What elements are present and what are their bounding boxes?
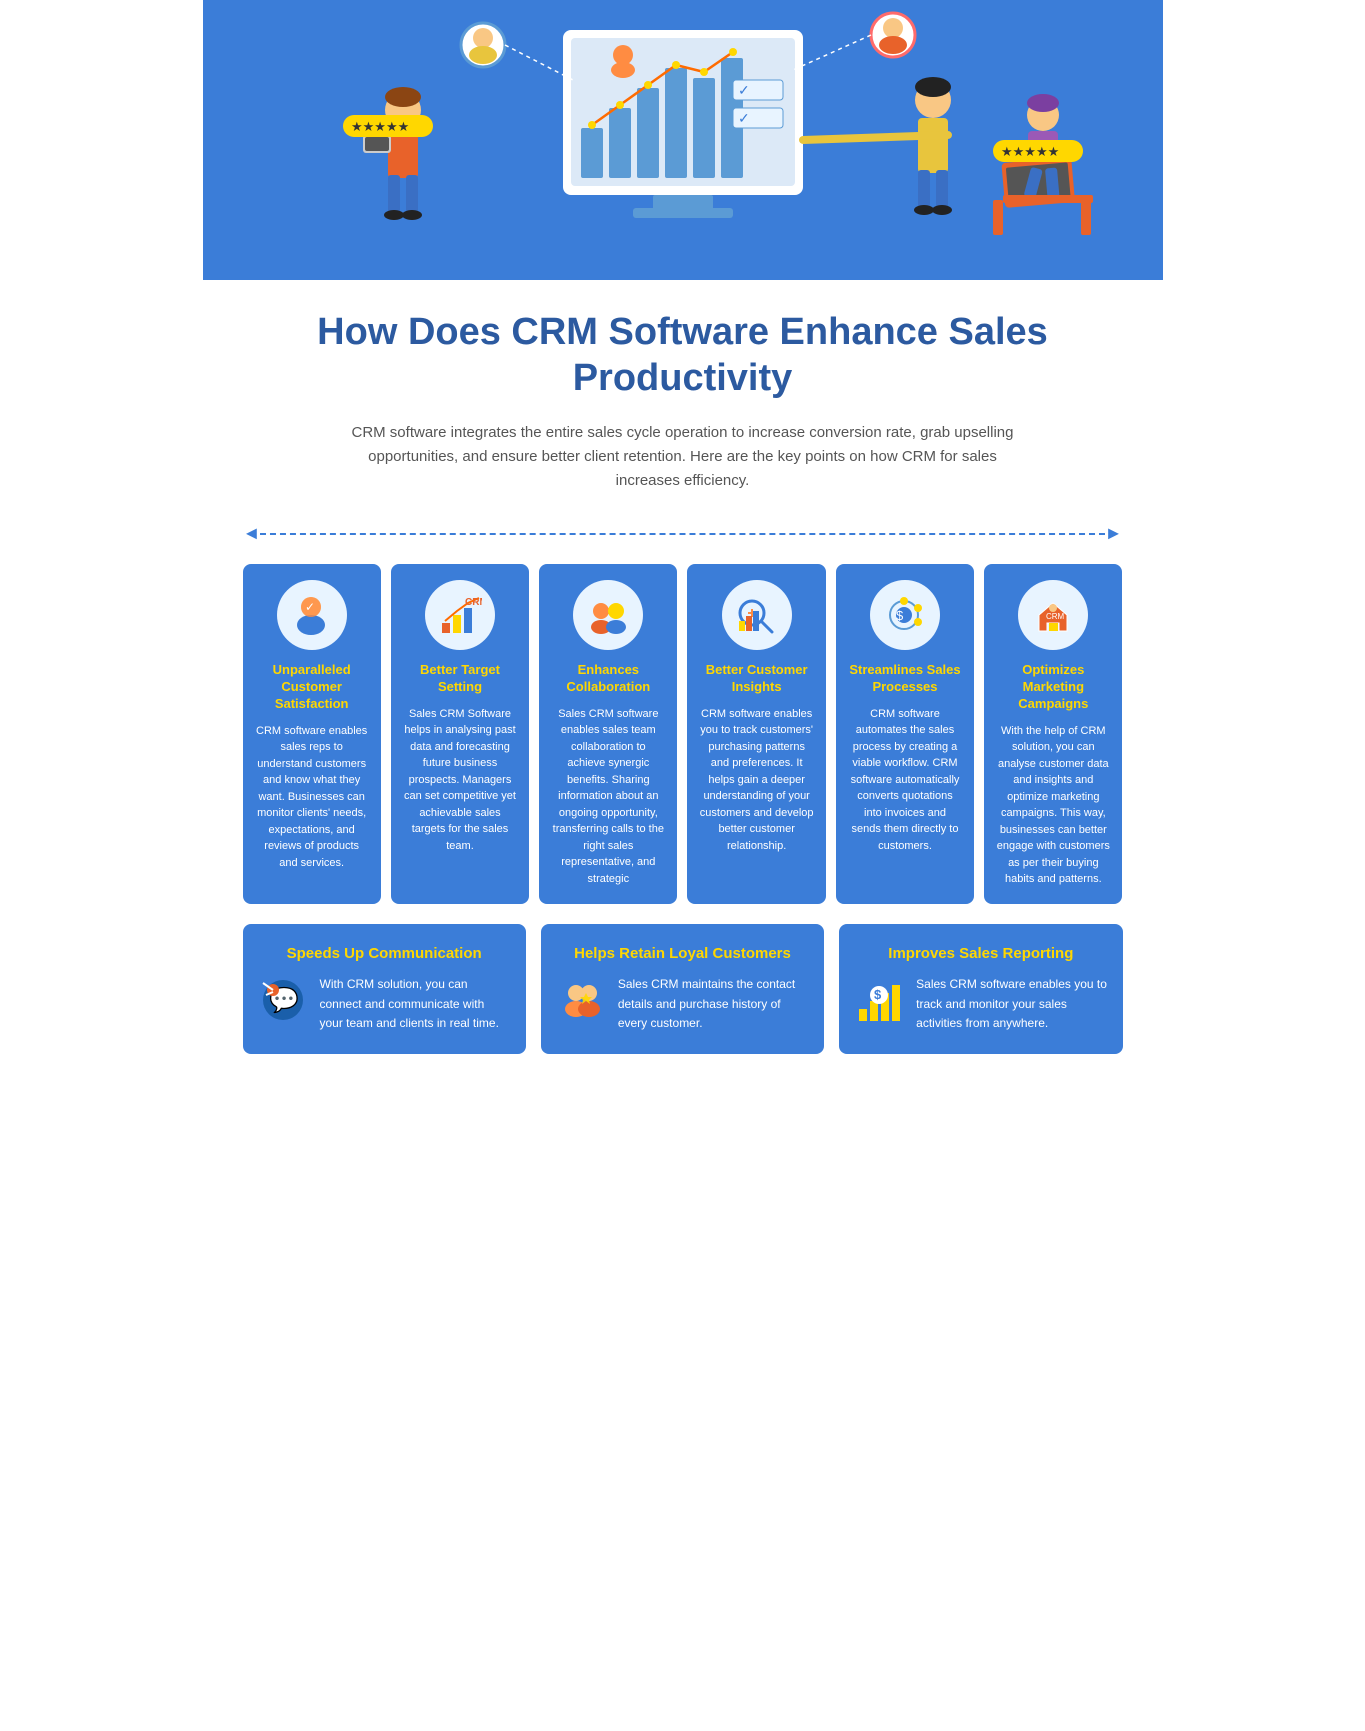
card-icon-5: $ <box>870 580 940 650</box>
card-target-setting: CRM Better Target Setting Sales CRM Soft… <box>391 564 529 904</box>
card-customer-satisfaction: ✓ Unparalleled Customer Satisfaction CRM… <box>243 564 381 904</box>
card-title-3: Enhances Collaboration <box>551 662 665 696</box>
card-marketing-campaigns: CRM Optimizes Marketing Campaigns With t… <box>984 564 1122 904</box>
svg-text:$: $ <box>896 608 904 623</box>
bottom-card-text-3: Sales CRM software enables you to track … <box>916 975 1107 1033</box>
bottom-card-sales-reporting: Improves Sales Reporting $ Sales CRM sof… <box>839 924 1122 1055</box>
card-icon-4 <box>722 580 792 650</box>
bottom-card-title-3: Improves Sales Reporting <box>888 944 1073 964</box>
card-icon-2: CRM <box>425 580 495 650</box>
card-text-3: Sales CRM software enables sales team co… <box>551 706 665 888</box>
arrow-left-icon: ◄ <box>243 523 261 544</box>
top-cards-grid: ✓ Unparalleled Customer Satisfaction CRM… <box>243 564 1123 904</box>
svg-text:★★★★★: ★★★★★ <box>1001 144 1059 159</box>
page-subtitle: CRM software integrates the entire sales… <box>343 421 1023 493</box>
svg-text:CRM: CRM <box>1046 612 1065 621</box>
bottom-card-body-1: 💬 With CRM solution, you can connect and… <box>258 975 511 1034</box>
svg-text:$: $ <box>874 987 882 1002</box>
card-icon-3 <box>573 580 643 650</box>
page-title: How Does CRM Software Enhance Sales Prod… <box>243 310 1123 401</box>
main-content: How Does CRM Software Enhance Sales Prod… <box>203 280 1163 1084</box>
svg-text:✓: ✓ <box>305 600 315 614</box>
bottom-card-title-1: Speeds Up Communication <box>287 944 482 964</box>
card-icon-6: CRM <box>1018 580 1088 650</box>
card-title-1: Unparalleled Customer Satisfaction <box>255 662 369 713</box>
hero-section: ✓ ✓ ★★★★★ <box>203 0 1163 280</box>
card-customer-insights: Better Customer Insights CRM software en… <box>687 564 825 904</box>
divider-line <box>260 533 1104 535</box>
svg-text:✓: ✓ <box>738 110 750 126</box>
card-text-5: CRM software automates the sales process… <box>848 706 962 855</box>
loyal-customers-icon <box>556 975 606 1034</box>
bottom-card-communication: Speeds Up Communication 💬 With CRM solut… <box>243 924 526 1055</box>
card-title-2: Better Target Setting <box>403 662 517 696</box>
bottom-card-loyal-customers: Helps Retain Loyal Customers Sales CRM m… <box>541 924 824 1055</box>
bottom-cards-grid: Speeds Up Communication 💬 With CRM solut… <box>243 924 1123 1055</box>
card-sales-processes: $ Streamlines Sales Processes CRM softwa… <box>836 564 974 904</box>
arrow-divider: ◄ ► <box>243 523 1123 544</box>
communication-icon: 💬 <box>258 975 308 1034</box>
card-text-2: Sales CRM Software helps in analysing pa… <box>403 706 517 855</box>
sales-reporting-icon: $ <box>854 975 904 1034</box>
card-title-4: Better Customer Insights <box>699 662 813 696</box>
bottom-card-body-2: Sales CRM maintains the contact details … <box>556 975 809 1034</box>
card-title-5: Streamlines Sales Processes <box>848 662 962 696</box>
card-text-1: CRM software enables sales reps to under… <box>255 723 369 872</box>
bottom-card-body-3: $ Sales CRM software enables you to trac… <box>854 975 1107 1034</box>
svg-text:★★★★★: ★★★★★ <box>351 119 409 134</box>
card-title-6: Optimizes Marketing Campaigns <box>996 662 1110 713</box>
svg-text:✓: ✓ <box>738 82 750 98</box>
card-text-6: With the help of CRM solution, you can a… <box>996 723 1110 888</box>
card-text-4: CRM software enables you to track custom… <box>699 706 813 855</box>
bottom-card-title-2: Helps Retain Loyal Customers <box>574 944 791 964</box>
bottom-card-text-2: Sales CRM maintains the contact details … <box>618 975 809 1033</box>
card-collaboration: Enhances Collaboration Sales CRM softwar… <box>539 564 677 904</box>
bottom-card-text-1: With CRM solution, you can connect and c… <box>320 975 511 1033</box>
card-icon-1: ✓ <box>277 580 347 650</box>
svg-text:CRM: CRM <box>465 597 482 608</box>
arrow-right-icon: ► <box>1105 523 1123 544</box>
